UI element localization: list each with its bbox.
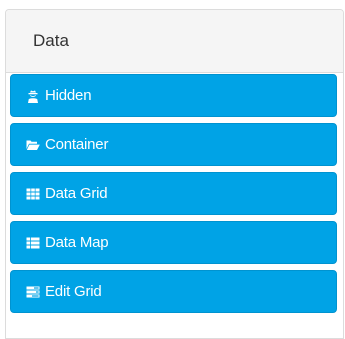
th-icon <box>26 187 40 201</box>
hidden-component-label: Hidden <box>45 87 92 104</box>
container-component-label: Container <box>45 136 109 153</box>
data-grid-component-label: Data Grid <box>45 185 108 202</box>
panel-title: Data <box>33 31 69 50</box>
folder-open-icon <box>26 138 40 152</box>
hidden-component-button[interactable]: Hidden <box>10 74 337 117</box>
container-component-button[interactable]: Container <box>10 123 337 166</box>
panel-header[interactable]: Data <box>6 10 343 73</box>
data-grid-component-button[interactable]: Data Grid <box>10 172 337 215</box>
component-list: Hidden Container Data Grid Data Map Edit… <box>10 74 337 319</box>
user-secret-icon <box>26 89 40 103</box>
edit-grid-component-label: Edit Grid <box>45 283 102 300</box>
data-map-component-button[interactable]: Data Map <box>10 221 337 264</box>
th-list-icon <box>26 236 40 250</box>
tasks-icon <box>26 285 40 299</box>
data-map-component-label: Data Map <box>45 234 109 251</box>
edit-grid-component-button[interactable]: Edit Grid <box>10 270 337 313</box>
